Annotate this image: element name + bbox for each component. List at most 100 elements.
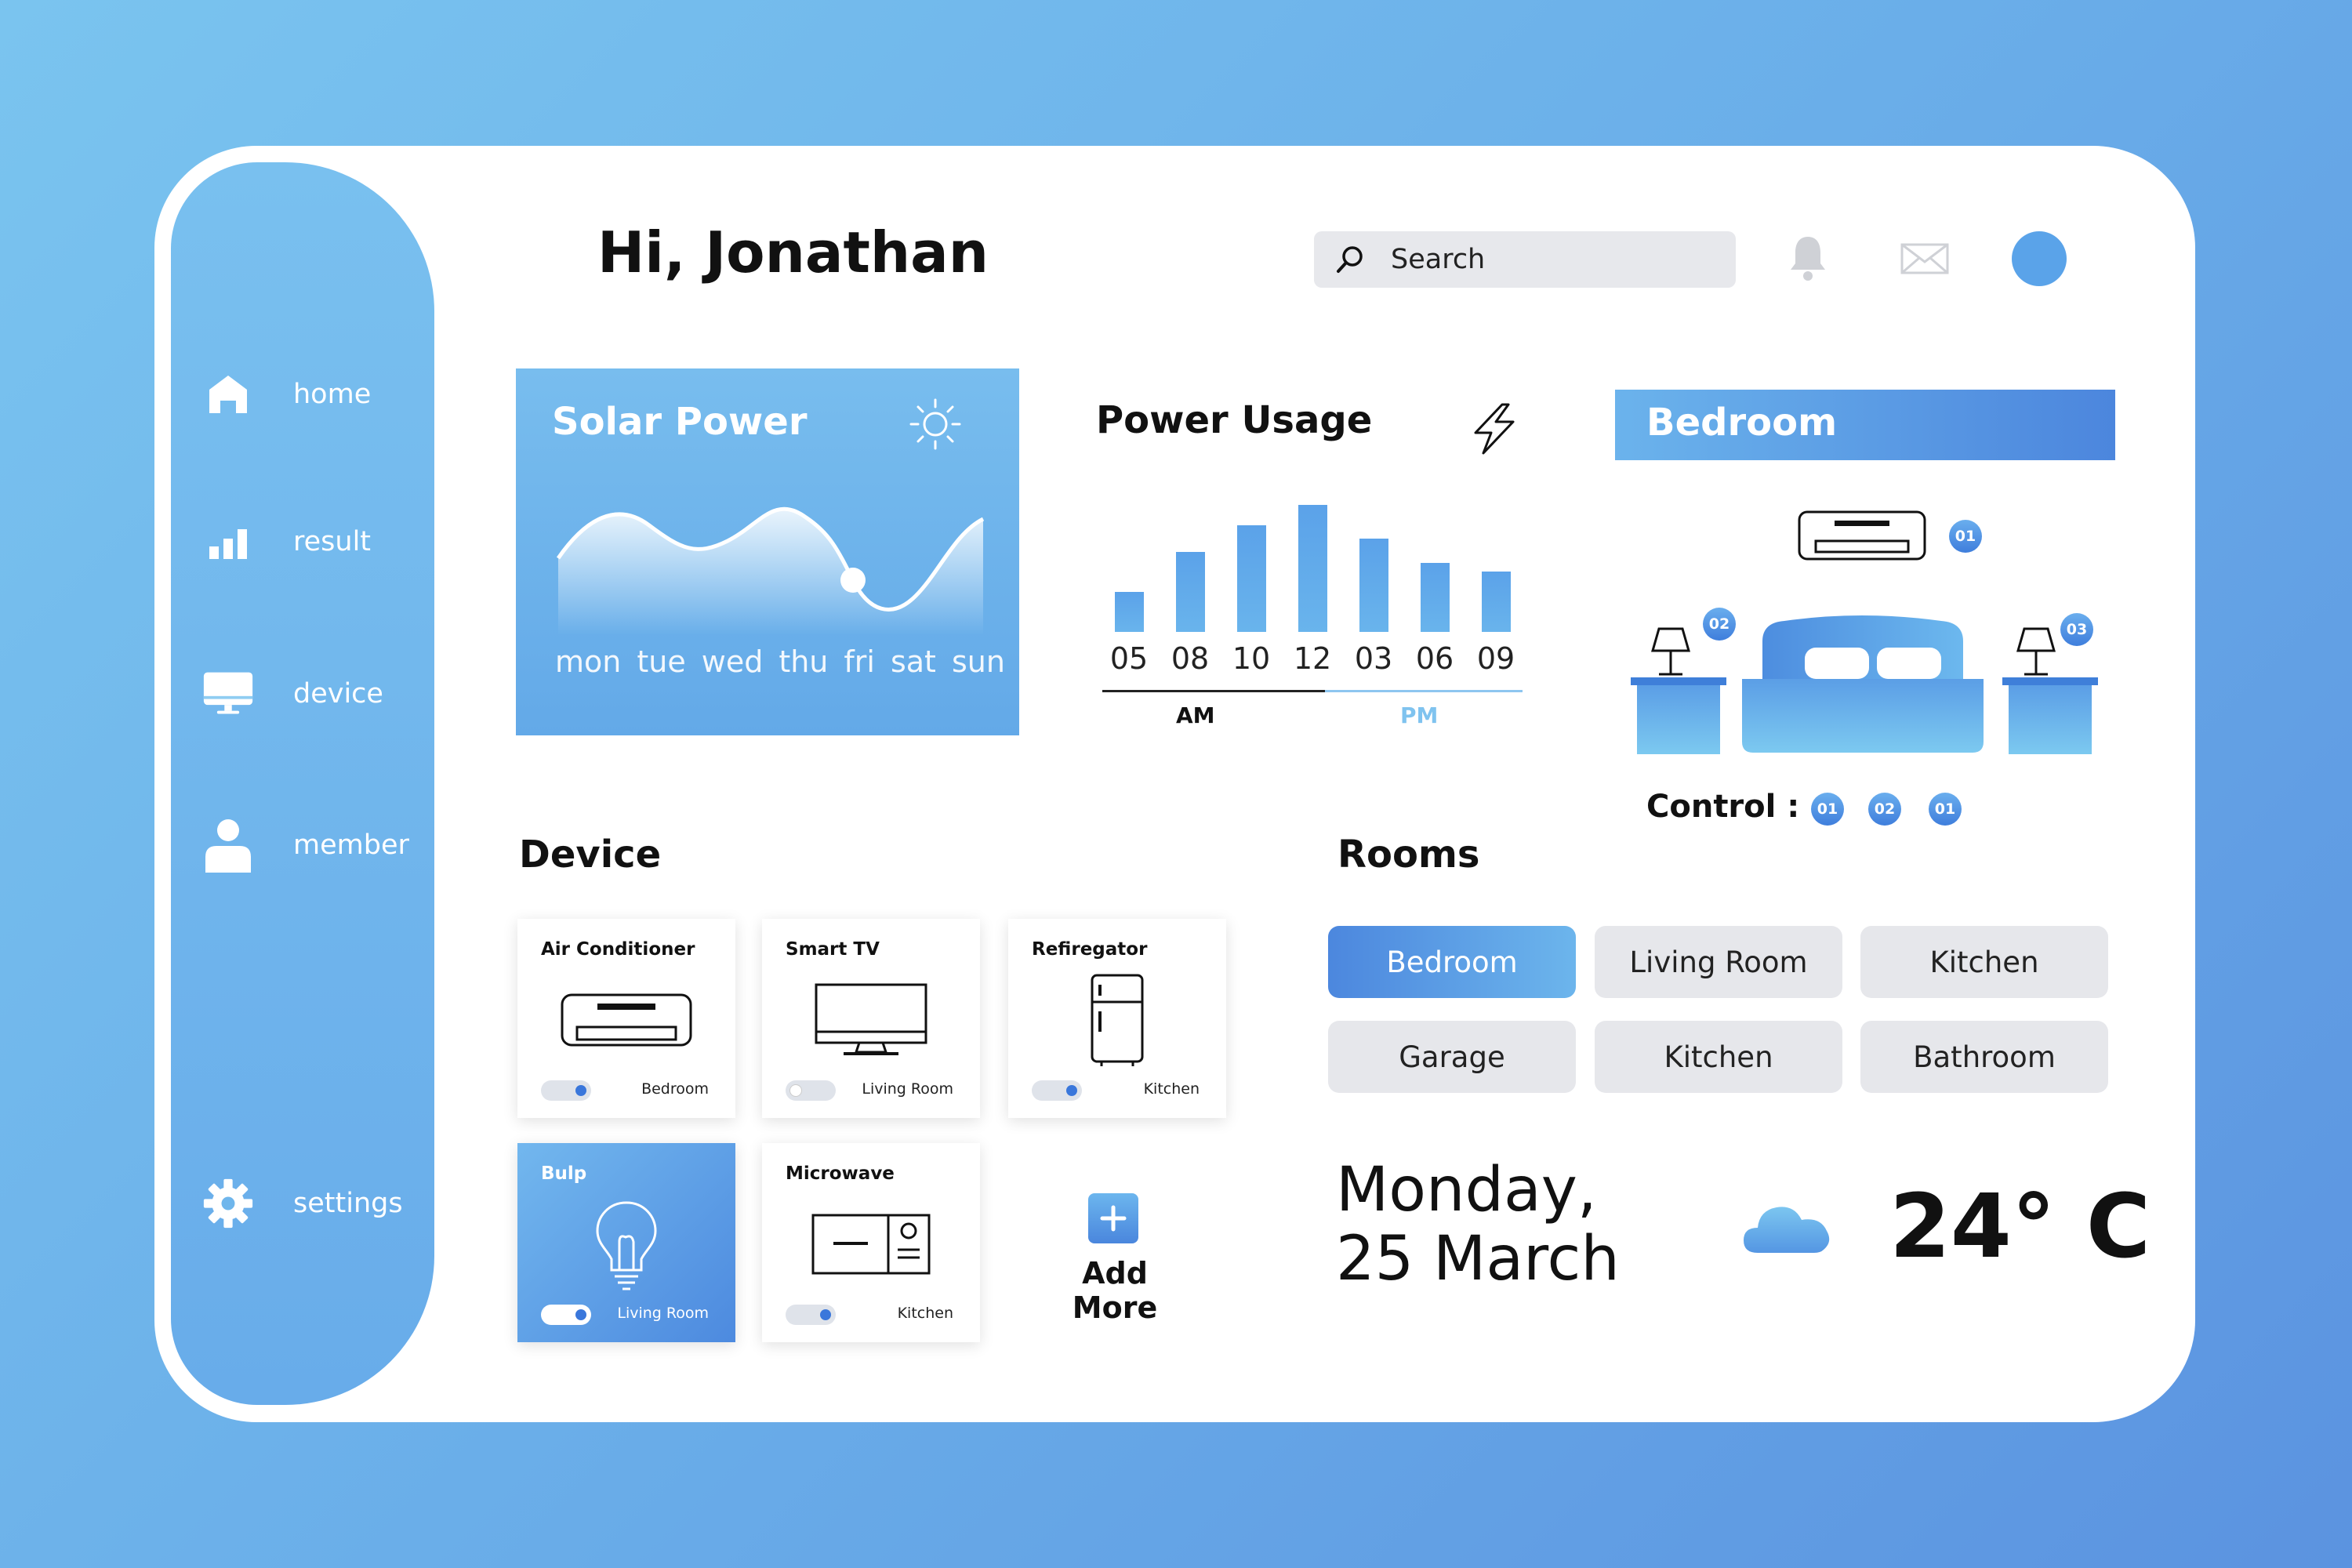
- power-tick-label: 08: [1171, 641, 1210, 676]
- search-bar[interactable]: [1314, 231, 1736, 288]
- search-input[interactable]: [1389, 243, 1722, 276]
- sidebar-item-label: result: [293, 526, 372, 557]
- solar-day-labels: mon tue wed thu fri sat sun: [555, 644, 1021, 679]
- device-toggle[interactable]: [541, 1305, 591, 1325]
- air-conditioner-icon: [1797, 510, 1927, 568]
- control-button-2[interactable]: 02: [1868, 793, 1901, 826]
- pm-divider: [1325, 690, 1523, 692]
- bedroom-header: Bedroom: [1615, 390, 2115, 460]
- day-label: mon: [555, 644, 622, 679]
- device-name: Air Conditioner: [541, 939, 695, 960]
- solar-power-title: Solar Power: [552, 400, 808, 444]
- power-bar: [1421, 563, 1450, 632]
- device-name: Refiregator: [1032, 939, 1148, 960]
- date-weekday: Monday,: [1336, 1155, 1597, 1225]
- power-tick-label: 09: [1476, 641, 1515, 676]
- date-day: 25 March: [1336, 1224, 1620, 1294]
- am-divider: [1102, 690, 1325, 692]
- monitor-icon: [202, 668, 254, 720]
- day-label: tue: [637, 644, 686, 679]
- device-card-microwave[interactable]: Microwave Kitchen: [762, 1143, 980, 1342]
- room-button-bathroom[interactable]: Bathroom: [1860, 1021, 2108, 1093]
- tv-icon: [762, 966, 980, 1076]
- refrigerator-icon: [1008, 966, 1226, 1076]
- device-room: Kitchen: [1143, 1080, 1200, 1098]
- add-more-button[interactable]: [1088, 1193, 1138, 1243]
- day-label: fri: [844, 644, 875, 679]
- rooms-section-title: Rooms: [1338, 833, 1480, 877]
- device-toggle[interactable]: [541, 1080, 591, 1101]
- home-icon: [202, 368, 254, 420]
- power-bar: [1237, 525, 1266, 632]
- sidebar-item-home[interactable]: home: [202, 368, 371, 420]
- device-name: Smart TV: [786, 939, 880, 960]
- sidebar-item-settings[interactable]: settings: [202, 1178, 403, 1229]
- device-room: Bedroom: [641, 1080, 709, 1098]
- power-usage-title: Power Usage: [1096, 398, 1373, 442]
- power-bar: [1176, 552, 1205, 632]
- device-card-bulb[interactable]: Bulp Living Room: [517, 1143, 735, 1342]
- power-bar: [1482, 572, 1511, 632]
- control-button-3[interactable]: 01: [1929, 793, 1962, 826]
- bedroom-badge-ac: 01: [1949, 520, 1982, 553]
- device-card-air-conditioner[interactable]: Air Conditioner Bedroom: [517, 919, 735, 1118]
- device-toggle[interactable]: [786, 1305, 836, 1325]
- user-icon: [202, 819, 254, 873]
- gear-icon: [202, 1178, 254, 1229]
- room-button-living-room[interactable]: Living Room: [1595, 926, 1842, 998]
- room-button-kitchen-2[interactable]: Kitchen: [1595, 1021, 1842, 1093]
- day-label: wed: [701, 644, 764, 679]
- solar-power-card: Solar Power mon tue wed thu fri sat sun: [516, 368, 1019, 735]
- device-card-refrigerator[interactable]: Refiregator Kitchen: [1008, 919, 1226, 1118]
- avatar[interactable]: [2012, 231, 2067, 286]
- device-name: Bulp: [541, 1163, 587, 1184]
- sidebar-item-result[interactable]: result: [202, 516, 371, 568]
- solar-wave-chart: [556, 506, 985, 635]
- device-room: Kitchen: [897, 1305, 953, 1322]
- lightbulb-icon: [517, 1190, 735, 1300]
- power-bar: [1298, 505, 1327, 632]
- bedroom-title: Bedroom: [1646, 401, 1838, 445]
- date-display: Monday, 25 March: [1336, 1156, 1620, 1294]
- power-tick-label: 03: [1354, 641, 1393, 676]
- plus-icon: [1100, 1205, 1127, 1232]
- device-card-smart-tv[interactable]: Smart TV Living Room: [762, 919, 980, 1118]
- day-label: thu: [779, 644, 829, 679]
- mail-icon[interactable]: [1900, 243, 1949, 278]
- microwave-icon: [762, 1190, 980, 1300]
- device-room: Living Room: [617, 1305, 709, 1322]
- search-icon: [1333, 242, 1367, 277]
- device-toggle[interactable]: [1032, 1080, 1082, 1101]
- device-section-title: Device: [519, 833, 662, 877]
- sidebar-item-member[interactable]: member: [202, 819, 409, 873]
- sidebar-item-label: settings: [293, 1188, 403, 1219]
- device-toggle[interactable]: [786, 1080, 836, 1101]
- power-tick-label: 05: [1109, 641, 1149, 676]
- room-button-kitchen[interactable]: Kitchen: [1860, 926, 2108, 998]
- am-label: AM: [1176, 702, 1215, 728]
- bedroom-illustration: [1631, 615, 2098, 754]
- bar-chart-icon: [202, 516, 254, 568]
- room-button-bedroom[interactable]: Bedroom: [1328, 926, 1576, 998]
- device-room: Living Room: [862, 1080, 953, 1098]
- greeting-title: Hi, Jonathan: [597, 220, 989, 285]
- device-name: Microwave: [786, 1163, 895, 1184]
- sidebar-item-label: home: [293, 379, 372, 410]
- day-label: sun: [951, 644, 1005, 679]
- lightning-icon: [1468, 401, 1519, 459]
- power-bar: [1115, 592, 1144, 632]
- control-button-1[interactable]: 01: [1811, 793, 1844, 826]
- add-more-label[interactable]: Add More: [1047, 1256, 1182, 1325]
- sidebar-item-label: device: [293, 678, 383, 710]
- temperature-display: 24° C: [1889, 1176, 2151, 1278]
- power-tick-label: 10: [1232, 641, 1271, 676]
- control-label: Control :: [1646, 789, 1800, 825]
- power-bar: [1359, 539, 1388, 632]
- power-tick-label: 12: [1293, 641, 1332, 676]
- bell-icon[interactable]: [1786, 234, 1830, 285]
- pm-label: PM: [1400, 702, 1439, 728]
- cloud-icon: [1742, 1200, 1833, 1259]
- sun-icon: [908, 397, 963, 455]
- sidebar-item-device[interactable]: device: [202, 668, 383, 720]
- room-button-garage[interactable]: Garage: [1328, 1021, 1576, 1093]
